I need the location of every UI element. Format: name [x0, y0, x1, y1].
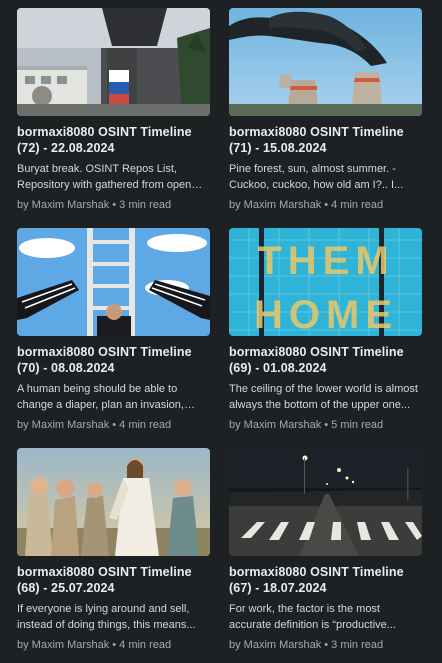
post-title-line1: bormaxi8080 OSINT Timeline	[17, 125, 192, 139]
post-excerpt: Buryat break. OSINT Repos List, Reposito…	[17, 163, 192, 191]
ladder-illustration	[17, 228, 210, 336]
meta-separator: •	[324, 199, 329, 211]
meta-separator: •	[324, 419, 329, 431]
post-excerpt: Pine forest, sun, almost summer. - Cucko…	[229, 163, 404, 191]
power-plant-photo	[229, 8, 422, 116]
post-excerpt: A human being should be able to change a…	[17, 383, 184, 411]
painting-photo	[17, 448, 210, 556]
post-card[interactable]: bormaxi8080 OSINT Timeline (67) - 18.07.…	[229, 448, 422, 656]
meta-separator: •	[112, 419, 117, 431]
post-title[interactable]: bormaxi8080 OSINT Timeline (69) - 01.08.…	[229, 344, 422, 376]
post-thumbnail[interactable]	[17, 448, 210, 556]
post-title-line2: (68) - 25.07.2024	[17, 581, 115, 595]
post-author[interactable]: by Maxim Marshak	[17, 419, 109, 431]
post-author[interactable]: by Maxim Marshak	[17, 199, 109, 211]
post-read-time: 3 min read	[331, 639, 384, 651]
post-title-line2: (71) - 15.08.2024	[229, 141, 327, 155]
post-grid: bormaxi8080 OSINT Timeline (72) - 22.08.…	[0, 0, 442, 663]
night-road-photo	[229, 448, 422, 556]
post-thumbnail[interactable]: THEM HOME	[229, 228, 422, 336]
post-read-time: 4 min read	[119, 639, 172, 651]
post-read-time: 4 min read	[119, 419, 172, 431]
post-title[interactable]: bormaxi8080 OSINT Timeline (70) - 08.08.…	[17, 344, 210, 376]
post-title-line1: bormaxi8080 OSINT Timeline	[229, 125, 404, 139]
post-author[interactable]: by Maxim Marshak	[229, 419, 321, 431]
post-title-line2: (70) - 08.08.2024	[17, 361, 115, 375]
post-title-line2: (69) - 01.08.2024	[229, 361, 327, 375]
post-card[interactable]: THEM HOME bormaxi8080 OSINT Timeline (69…	[229, 228, 422, 436]
thumb-text-top: THEM	[257, 239, 394, 283]
post-meta: by Maxim Marshak • 4 min read	[17, 637, 210, 653]
post-title[interactable]: bormaxi8080 OSINT Timeline (67) - 18.07.…	[229, 564, 422, 596]
thumb-text-bottom: HOME	[254, 293, 398, 336]
post-title[interactable]: bormaxi8080 OSINT Timeline (72) - 22.08.…	[17, 124, 210, 156]
post-thumbnail[interactable]	[229, 448, 422, 556]
post-thumbnail[interactable]	[17, 228, 210, 336]
meta-separator: •	[112, 199, 117, 211]
post-meta: by Maxim Marshak • 5 min read	[229, 417, 422, 433]
post-title-line1: bormaxi8080 OSINT Timeline	[17, 565, 192, 579]
post-read-time: 4 min read	[331, 199, 384, 211]
post-author[interactable]: by Maxim Marshak	[17, 639, 109, 651]
post-author[interactable]: by Maxim Marshak	[229, 199, 321, 211]
post-excerpt: For work, the factor is the most accurat…	[229, 603, 396, 631]
post-title-line1: bormaxi8080 OSINT Timeline	[229, 345, 404, 359]
post-card[interactable]: bormaxi8080 OSINT Timeline (71) - 15.08.…	[229, 8, 422, 216]
post-title-line1: bormaxi8080 OSINT Timeline	[229, 565, 404, 579]
post-thumbnail[interactable]	[229, 8, 422, 116]
post-excerpt: If everyone is lying around and sell, in…	[17, 603, 196, 631]
post-meta: by Maxim Marshak • 4 min read	[17, 417, 210, 433]
post-read-time: 3 min read	[119, 199, 172, 211]
post-card[interactable]: bormaxi8080 OSINT Timeline (68) - 25.07.…	[17, 448, 210, 656]
post-card[interactable]: bormaxi8080 OSINT Timeline (70) - 08.08.…	[17, 228, 210, 436]
post-thumbnail[interactable]	[17, 8, 210, 116]
post-meta: by Maxim Marshak • 3 min read	[17, 197, 210, 213]
post-read-time: 5 min read	[331, 419, 384, 431]
post-author[interactable]: by Maxim Marshak	[229, 639, 321, 651]
swimmers-photo: THEM HOME	[229, 228, 422, 336]
post-title-line2: (72) - 22.08.2024	[17, 141, 115, 155]
post-title[interactable]: bormaxi8080 OSINT Timeline (71) - 15.08.…	[229, 124, 422, 156]
monument-photo	[17, 8, 210, 116]
meta-separator: •	[324, 639, 329, 651]
post-excerpt: The ceiling of the lower world is almost…	[229, 383, 418, 411]
post-meta: by Maxim Marshak • 4 min read	[229, 197, 422, 213]
post-title-line2: (67) - 18.07.2024	[229, 581, 327, 595]
post-title[interactable]: bormaxi8080 OSINT Timeline (68) - 25.07.…	[17, 564, 210, 596]
post-title-line1: bormaxi8080 OSINT Timeline	[17, 345, 192, 359]
meta-separator: •	[112, 639, 117, 651]
post-meta: by Maxim Marshak • 3 min read	[229, 637, 422, 653]
post-card[interactable]: bormaxi8080 OSINT Timeline (72) - 22.08.…	[17, 8, 210, 216]
